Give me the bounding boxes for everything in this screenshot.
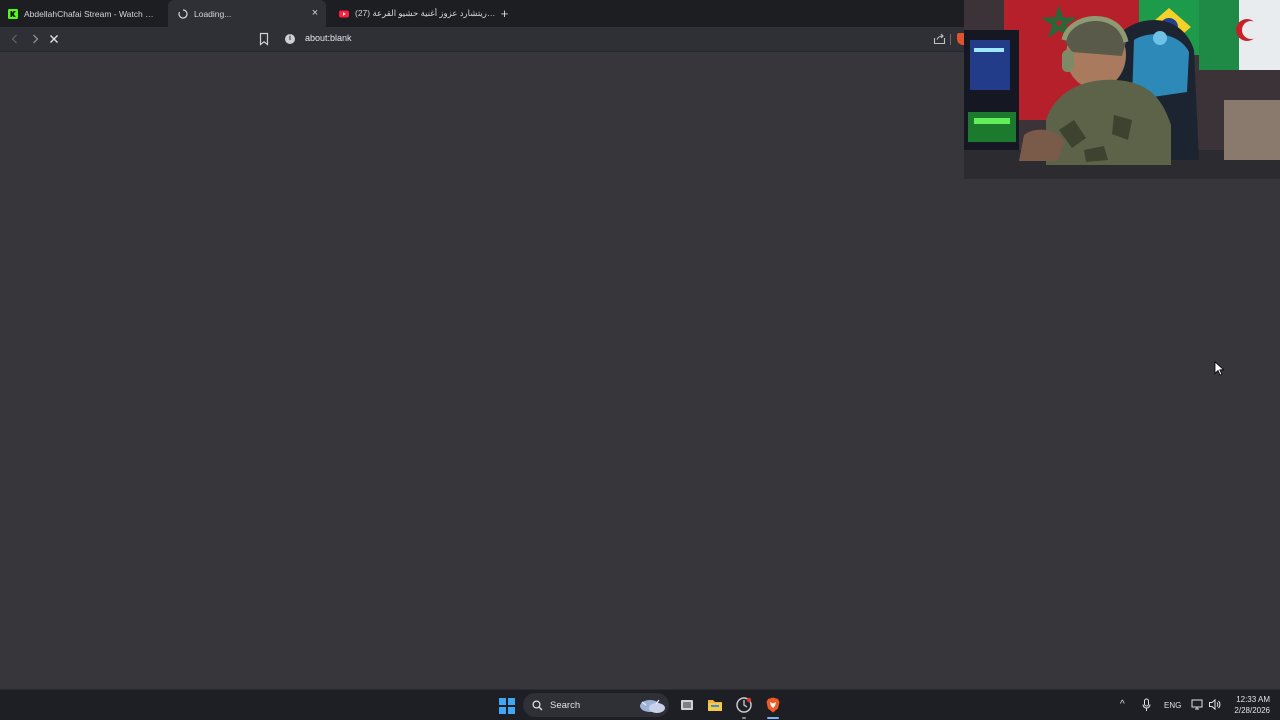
search-icon [532, 699, 543, 710]
bookmark-icon[interactable] [258, 32, 270, 46]
file-explorer-icon[interactable] [706, 696, 724, 714]
webcam-overlay [964, 0, 1280, 179]
kick-icon [8, 8, 18, 19]
clock-time: 12:33 AM [1236, 695, 1270, 704]
language-indicator[interactable]: ENG [1164, 699, 1181, 713]
tab-close-button[interactable]: × [309, 7, 321, 19]
youtube-icon [339, 10, 349, 17]
webcam-image [964, 0, 1280, 179]
network-icon[interactable] [1191, 698, 1204, 711]
system-clock[interactable]: 12:33 AM 2/28/2026 [1228, 694, 1270, 716]
running-indicator [742, 717, 746, 719]
clock-date: 2/28/2026 [1234, 706, 1270, 715]
tab-title: AbdellahChafai Stream - Watch Live o [24, 8, 158, 19]
new-tab-button[interactable]: + [497, 6, 512, 21]
taskbar: Search ^ ENG 12:33 AM 2/28/2026 [0, 689, 1280, 720]
tab-kick-stream[interactable]: AbdellahChafai Stream - Watch Live o [8, 0, 158, 27]
brave-browser-icon[interactable] [764, 696, 782, 714]
app-icon[interactable] [735, 696, 753, 714]
task-view-icon[interactable] [678, 696, 696, 714]
back-arrow-icon[interactable] [8, 32, 22, 46]
active-app-indicator [767, 717, 779, 719]
tab-youtube[interactable]: (27) ريتشارد عزوز أغنية حشيو القرعة oe [336, 0, 496, 27]
toolbar-separator [950, 34, 951, 45]
tab-title: Loading... [194, 8, 232, 19]
address-bar[interactable]: about:blank [305, 33, 352, 43]
show-hidden-icons-chevron-icon[interactable]: ^ [1120, 698, 1125, 712]
forward-arrow-icon[interactable] [28, 32, 42, 46]
tab-title: (27) ريتشارد عزوز أغنية حشيو القرعة oe [355, 8, 496, 18]
stop-loading-icon[interactable] [47, 32, 61, 46]
search-label: Search [550, 699, 581, 711]
share-icon[interactable] [933, 33, 946, 45]
tab-loading[interactable]: Loading... × [168, 0, 326, 27]
site-info-icon[interactable]: i [285, 34, 295, 44]
loading-spinner-icon [178, 8, 188, 19]
mouse-cursor-icon [1214, 361, 1224, 376]
screen: AbdellahChafai Stream - Watch Live o Loa… [0, 0, 1280, 720]
volume-icon[interactable] [1208, 698, 1221, 711]
search-highlight-icon [640, 699, 665, 713]
taskbar-search[interactable]: Search [523, 693, 669, 717]
microphone-icon[interactable] [1142, 698, 1151, 712]
windows-start-icon[interactable] [499, 698, 515, 714]
